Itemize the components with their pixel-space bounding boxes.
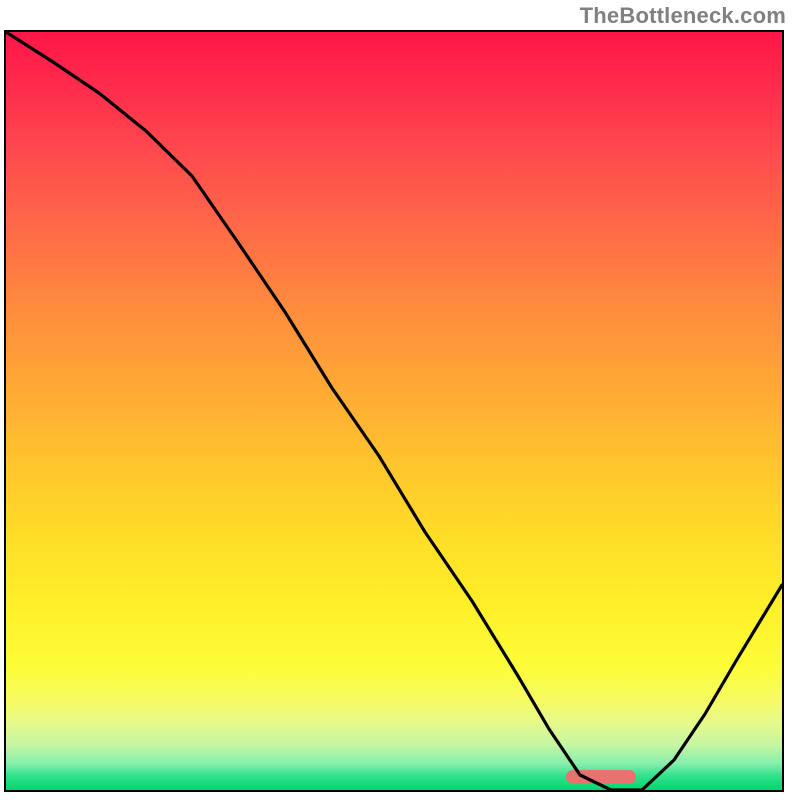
chart-stage: TheBottleneck.com	[0, 0, 800, 800]
watermark-text: TheBottleneck.com	[580, 3, 786, 29]
plot-area	[4, 30, 784, 792]
bottleneck-curve	[6, 32, 782, 790]
